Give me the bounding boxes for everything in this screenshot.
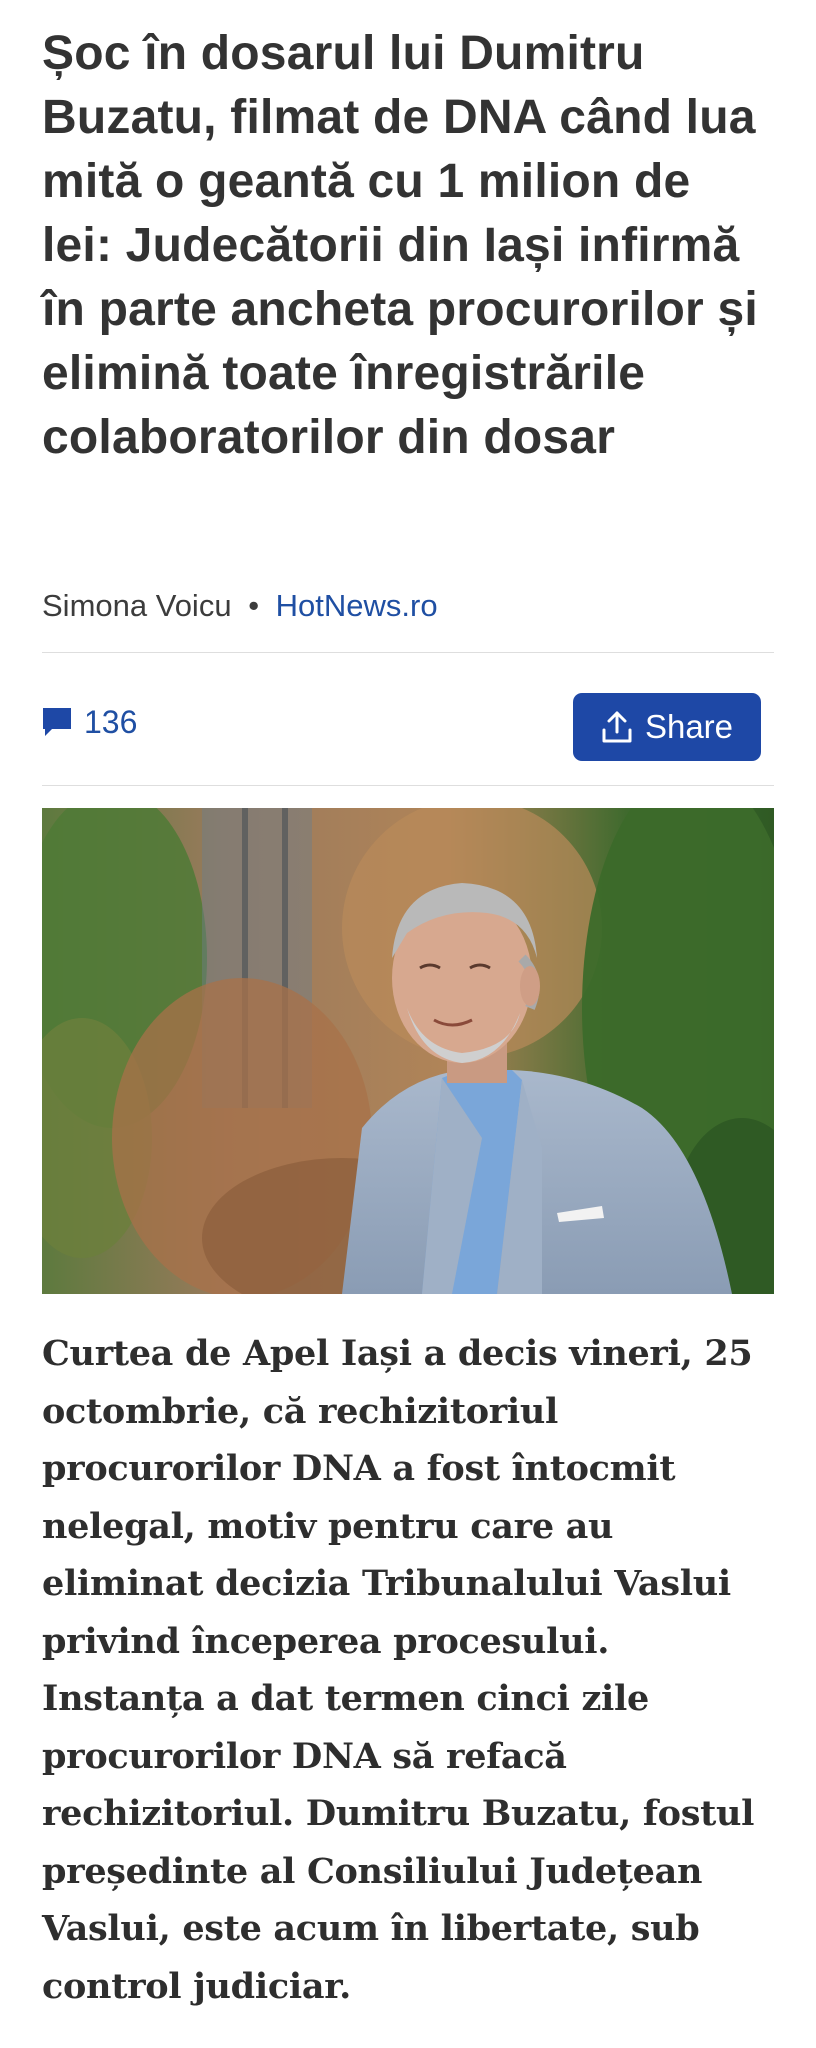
divider [42, 785, 774, 786]
share-button[interactable]: Share [573, 693, 761, 761]
share-upload-icon [601, 710, 633, 744]
byline-separator: • [248, 588, 260, 623]
author-name[interactable]: Simona Voicu [42, 588, 232, 623]
byline: Simona Voicu • HotNews.ro [42, 586, 438, 626]
share-label: Share [644, 708, 734, 745]
divider [42, 652, 774, 653]
article-headline: Șoc în dosarul lui Dumitru Buzatu, filma… [42, 27, 758, 464]
article-photo [42, 808, 774, 1294]
comment-count: 136 [84, 704, 138, 740]
comments-link[interactable]: 136 [42, 700, 137, 744]
article-body: Curtea de Apel Iași a decis vineri, 25 o… [42, 1333, 755, 2007]
comment-bubble-icon [42, 707, 72, 737]
source-link[interactable]: HotNews.ro [276, 588, 438, 623]
